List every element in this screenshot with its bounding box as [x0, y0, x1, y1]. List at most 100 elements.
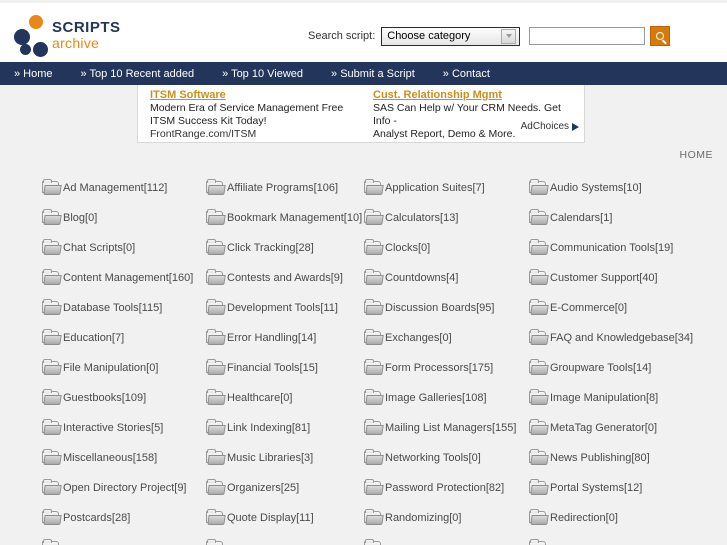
ad-url-1: FrontRange.com/ITSM	[150, 128, 257, 140]
category-item[interactable]: Redirection[0]	[529, 503, 698, 533]
category-item[interactable]: Form Processors[175]	[364, 353, 523, 383]
category-item[interactable]: Customer Support[40]	[529, 263, 698, 293]
category-item[interactable]: Affiliate Programs[106]	[206, 173, 358, 203]
logo-dot-navy-small-icon	[20, 44, 31, 55]
category-label: Click Tracking[28]	[227, 242, 314, 254]
nav-item-contact[interactable]: » Contact	[443, 68, 490, 80]
category-item[interactable]: Application Suites[7]	[364, 173, 523, 203]
category-item[interactable]: Chat Scripts[0]	[42, 233, 200, 263]
category-item[interactable]: Groupware Tools[14]	[529, 353, 698, 383]
folder-icon	[206, 209, 226, 225]
category-item[interactable]: Randomizing[0]	[364, 503, 523, 533]
category-label: File Manipulation[0]	[63, 362, 159, 374]
category-label: Discussion Boards[95]	[385, 302, 495, 314]
category-item[interactable]: Calculators[13]	[364, 203, 523, 233]
category-item[interactable]: Discussion Boards[95]	[364, 293, 523, 323]
folder-icon	[529, 479, 549, 495]
category-column-4: Audio Systems[10] Calendars[1] Communica…	[523, 173, 698, 545]
category-label: Redirection[0]	[550, 512, 618, 524]
ad-slot-1[interactable]: ITSM Software Modern Era of Service Mana…	[138, 85, 361, 142]
category-item[interactable]: E-Commerce[0]	[529, 293, 698, 323]
nav-item-home[interactable]: » Home	[14, 68, 53, 80]
category-label: Quote Display[11]	[227, 512, 314, 524]
category-label: Countdowns[4]	[385, 272, 459, 284]
category-label: Interactive Stories[5]	[63, 422, 164, 434]
logo-dot-navy-large-icon	[14, 29, 30, 45]
category-label: Form Processors[175]	[385, 362, 494, 374]
category-item[interactable]: Content Management[160]	[42, 263, 200, 293]
folder-icon	[364, 419, 384, 435]
category-item[interactable]: Education[7]	[42, 323, 200, 353]
category-item[interactable]: Quote Display[11]	[206, 503, 358, 533]
category-item[interactable]: Database Tools[115]	[42, 293, 200, 323]
category-item[interactable]: Open Directory Project[9]	[42, 473, 200, 503]
category-label: Mailing List Managers[155]	[385, 422, 517, 434]
folder-icon	[206, 359, 226, 375]
category-item[interactable]: Contests and Awards[9]	[206, 263, 358, 293]
category-label: Audio Systems[10]	[550, 182, 642, 194]
category-item[interactable]	[529, 533, 698, 545]
category-item[interactable]: Countdowns[4]	[364, 263, 523, 293]
category-item[interactable]: Guestbooks[109]	[42, 383, 200, 413]
category-item[interactable]: News Publishing[80]	[529, 443, 698, 473]
category-item[interactable]: Interactive Stories[5]	[42, 413, 200, 443]
folder-icon	[364, 209, 384, 225]
category-item[interactable]: Mailing List Managers[155]	[364, 413, 523, 443]
category-item[interactable]: Ad Management[112]	[42, 173, 200, 203]
category-item[interactable]: Organizers[25]	[206, 473, 358, 503]
category-column-1: Ad Management[112] Blog[0] Chat Scripts[…	[36, 173, 200, 545]
category-item[interactable]: Audio Systems[10]	[529, 173, 698, 203]
category-item[interactable]: Bookmark Management[10]	[206, 203, 362, 233]
nav-item-submit-a-script[interactable]: » Submit a Script	[331, 68, 415, 80]
category-item[interactable]: Development Tools[11]	[206, 293, 358, 323]
folder-icon	[42, 479, 62, 495]
category-item[interactable]: Networking Tools[0]	[364, 443, 523, 473]
nav-item-top-10-viewed[interactable]: » Top 10 Viewed	[222, 68, 303, 80]
category-item[interactable]: FAQ and Knowledgebase[34]	[529, 323, 698, 353]
category-item[interactable]: Clocks[0]	[364, 233, 523, 263]
category-item[interactable]: Financial Tools[15]	[206, 353, 358, 383]
search-input[interactable]	[529, 27, 646, 45]
category-item[interactable]: Communication Tools[19]	[529, 233, 698, 263]
nav-item-top-10-recent[interactable]: » Top 10 Recent added	[81, 68, 195, 80]
category-label: Networking Tools[0]	[385, 452, 481, 464]
category-item[interactable]: Error Handling[14]	[206, 323, 358, 353]
folder-icon	[42, 269, 62, 285]
category-item[interactable]: Password Protection[82]	[364, 473, 523, 503]
category-label: Content Management[160]	[63, 272, 194, 284]
category-item[interactable]: File Manipulation[0]	[42, 353, 200, 383]
category-item[interactable]: Miscellaneous[158]	[42, 443, 200, 473]
category-item[interactable]	[364, 533, 523, 545]
category-item[interactable]: Portal Systems[12]	[529, 473, 698, 503]
category-item[interactable]: Blog[0]	[42, 203, 200, 233]
category-label: Communication Tools[19]	[550, 242, 674, 254]
category-item[interactable]: MetaTag Generator[0]	[529, 413, 698, 443]
breadcrumb-home[interactable]: HOME	[680, 149, 714, 161]
category-item[interactable]: Postcards[28]	[42, 503, 200, 533]
category-item[interactable]: Click Tracking[28]	[206, 233, 358, 263]
category-item[interactable]: Healthcare[0]	[206, 383, 358, 413]
folder-icon	[364, 329, 384, 345]
category-label: Miscellaneous[158]	[63, 452, 158, 464]
category-item[interactable]	[42, 533, 200, 545]
category-label: FAQ and Knowledgebase[34]	[550, 332, 694, 344]
adchoices-button[interactable]: AdChoices	[521, 121, 579, 132]
category-label: Chat Scripts[0]	[63, 242, 136, 254]
folder-icon	[206, 509, 226, 525]
site-logo[interactable]: SCRIPTS archive	[12, 13, 132, 59]
category-item[interactable]: Image Galleries[108]	[364, 383, 523, 413]
folder-icon	[529, 419, 549, 435]
ad-title-2[interactable]: Cust. Relationship Mgmt	[373, 88, 576, 102]
category-item[interactable]: Music Libraries[3]	[206, 443, 358, 473]
chevron-down-icon[interactable]	[501, 28, 517, 44]
category-item[interactable]	[206, 533, 358, 545]
search-button[interactable]	[650, 26, 671, 46]
category-select[interactable]: Choose category	[381, 26, 521, 46]
ad-slot-2[interactable]: Cust. Relationship Mgmt SAS Can Help w/ …	[361, 85, 584, 142]
category-item[interactable]: Calendars[1]	[529, 203, 698, 233]
category-label: Database Tools[115]	[63, 302, 163, 314]
category-item[interactable]: Image Manipulation[8]	[529, 383, 698, 413]
ad-title-1[interactable]: ITSM Software	[150, 88, 353, 102]
category-item[interactable]: Link Indexing[81]	[206, 413, 358, 443]
category-item[interactable]: Exchanges[0]	[364, 323, 523, 353]
